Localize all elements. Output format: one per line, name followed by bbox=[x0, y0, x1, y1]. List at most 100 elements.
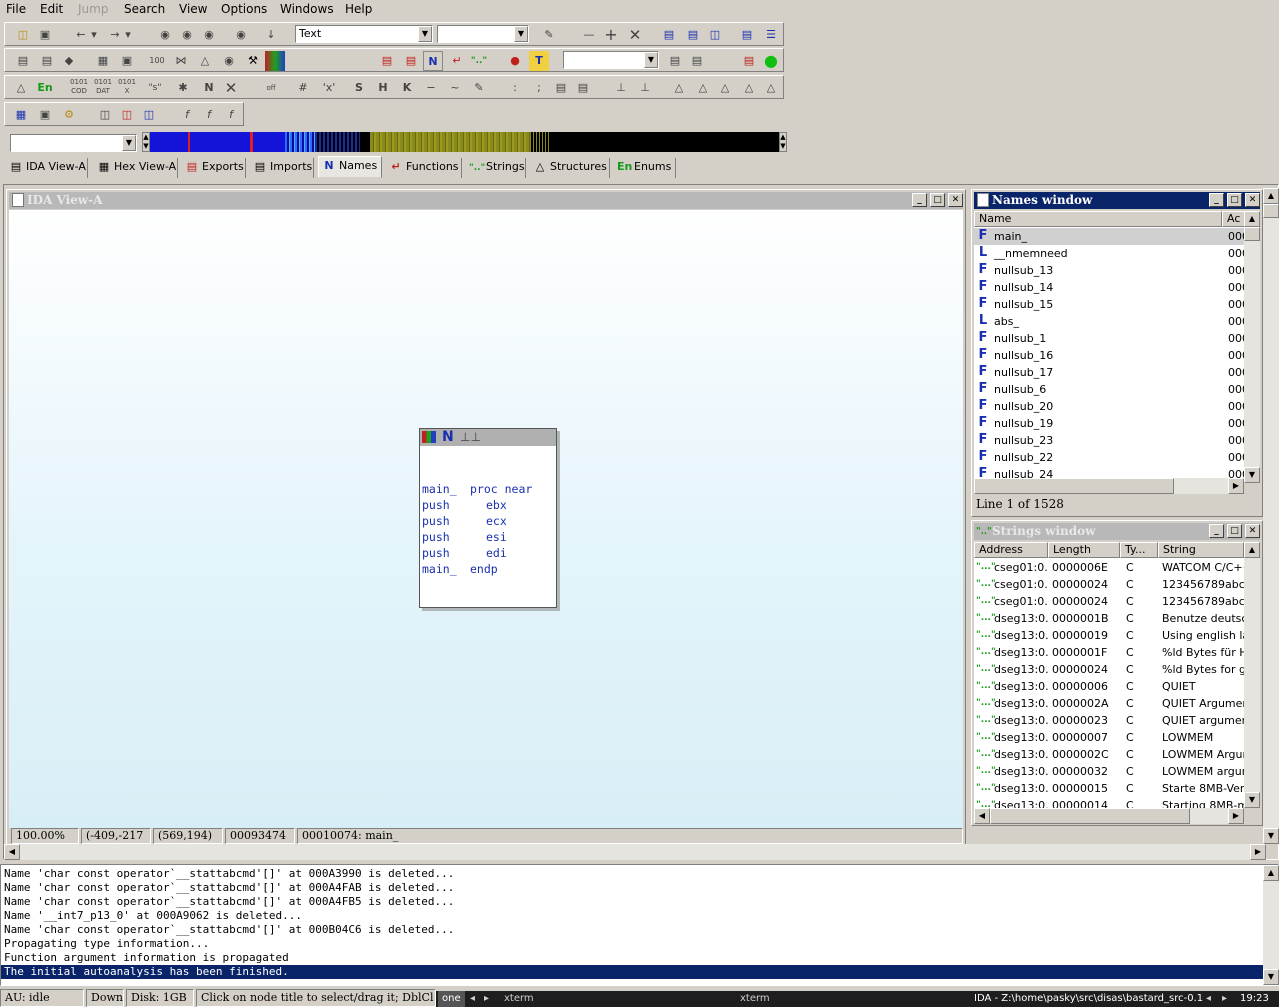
struct-icon[interactable]: ▣ bbox=[117, 51, 137, 71]
func-icon[interactable]: ↵ bbox=[447, 51, 467, 71]
tab-structures[interactable]: △ Structures bbox=[530, 158, 610, 178]
names-col-address[interactable]: Ac bbox=[1222, 211, 1244, 227]
menu-options[interactable]: Options bbox=[221, 2, 267, 16]
names-vscroll[interactable]: ▲ ▼ bbox=[1244, 211, 1260, 483]
table-row[interactable]: "..."dseg13:0... 00000023 C QUIET argument bbox=[974, 712, 1244, 729]
table-row[interactable]: "..."dseg13:0... 00000015 C Starte 8MB-Vers… bbox=[974, 780, 1244, 797]
menu-view[interactable]: View bbox=[179, 2, 207, 16]
function-end-icon[interactable]: f bbox=[221, 105, 241, 125]
table-row[interactable]: Fnullsub_23 000 bbox=[974, 432, 1244, 449]
mdi-vscroll[interactable]: ▲ ▼ bbox=[1263, 188, 1279, 844]
hex-h-icon[interactable]: H bbox=[373, 78, 393, 98]
strings-col-length[interactable]: Length bbox=[1048, 542, 1120, 558]
names-vscroll-thumb[interactable] bbox=[1244, 227, 1260, 241]
stack-k-icon[interactable]: K bbox=[397, 78, 417, 98]
undefine-icon[interactable]: 0101 X bbox=[117, 78, 137, 98]
menu-edit[interactable]: Edit bbox=[40, 2, 63, 16]
forward-dropdown-icon[interactable]: ▾ bbox=[123, 25, 133, 45]
pager-right-icon[interactable]: ▸ bbox=[484, 991, 489, 1007]
table-row[interactable]: "..."cseg01:0... 00000024 C 123456789abcde bbox=[974, 593, 1244, 610]
db-icon[interactable]: ◉ bbox=[219, 51, 239, 71]
scroll-up-icon[interactable]: ▲ bbox=[1244, 542, 1260, 558]
table-row[interactable]: Fnullsub_13 000 bbox=[974, 262, 1244, 279]
ida-view-titlebar[interactable]: IDA View-A _ □ ✕ bbox=[9, 192, 963, 209]
binoculars-text-icon[interactable]: ◉ bbox=[199, 25, 219, 45]
window-red-icon[interactable]: ◫ bbox=[117, 105, 137, 125]
pencil-icon[interactable]: ✎ bbox=[469, 78, 489, 98]
menu-help[interactable]: Help bbox=[345, 2, 372, 16]
strings-icon[interactable]: ".." bbox=[469, 51, 489, 71]
calculator-icon[interactable]: ▦ bbox=[11, 105, 31, 125]
task-ida[interactable]: IDA - Z:\home\pasky\src\disas\bastard_sr… bbox=[974, 991, 1203, 1007]
debug-step-icon[interactable]: ▤ bbox=[687, 51, 707, 71]
table-row[interactable]: "..."dseg13:0... 00000007 C LOWMEM bbox=[974, 729, 1244, 746]
table-row[interactable]: "..."dseg13:0... 00000024 C %ld Bytes for g… bbox=[974, 661, 1244, 678]
report-icon[interactable]: ▤ bbox=[739, 51, 759, 71]
table-row[interactable]: "..."cseg01:0... 0000006E C WATCOM C/C++ bbox=[974, 559, 1244, 576]
strings-col-type[interactable]: Ty... bbox=[1120, 542, 1158, 558]
close-button[interactable]: ✕ bbox=[1245, 524, 1260, 538]
xref-graph-to-icon[interactable]: △ bbox=[715, 78, 735, 98]
colon-icon[interactable]: : bbox=[505, 78, 525, 98]
tab-names[interactable]: N Names bbox=[318, 156, 382, 178]
binoculars-next-icon[interactable]: ◉ bbox=[177, 25, 197, 45]
delete-x-icon[interactable]: ✕ bbox=[221, 78, 241, 98]
close-button[interactable]: ✕ bbox=[1245, 193, 1260, 207]
semicolon-icon[interactable]: ; bbox=[529, 78, 549, 98]
tile-vertical-icon[interactable]: ◫ bbox=[705, 25, 725, 45]
names-icon[interactable]: N bbox=[442, 429, 454, 446]
back-arrow-icon[interactable]: ← bbox=[71, 25, 91, 45]
close-x-icon[interactable]: ✕ bbox=[625, 25, 645, 45]
save-icon[interactable]: ▣ bbox=[35, 25, 55, 45]
asterisk-icon[interactable]: ✱ bbox=[173, 78, 193, 98]
tile-horizontal-icon[interactable]: ▤ bbox=[683, 25, 703, 45]
table-row[interactable]: "..."dseg13:0... 00000019 C Using english l… bbox=[974, 627, 1244, 644]
mdi-vscroll-thumb[interactable] bbox=[1263, 204, 1279, 218]
strings-vscroll[interactable]: ▲ ▼ bbox=[1244, 542, 1260, 808]
xref-list-icon[interactable]: ▤ bbox=[401, 51, 421, 71]
table-row[interactable]: Fnullsub_14 000 bbox=[974, 279, 1244, 296]
disk-icon[interactable]: ▣ bbox=[35, 105, 55, 125]
scroll-down-icon[interactable]: ▼ bbox=[1244, 792, 1260, 808]
back-dropdown-icon[interactable]: ▾ bbox=[89, 25, 99, 45]
forward-arrow-icon[interactable]: → bbox=[105, 25, 125, 45]
close-button[interactable]: ✕ bbox=[948, 193, 963, 207]
names-hscroll-thumb[interactable] bbox=[974, 478, 1174, 494]
table-row[interactable]: Fnullsub_20 000 bbox=[974, 398, 1244, 415]
extra-combo[interactable]: ▼ bbox=[437, 25, 529, 43]
chevron-down-icon[interactable]: ▼ bbox=[514, 26, 528, 42]
table-row[interactable]: Labs_ 000 bbox=[974, 313, 1244, 330]
scroll-up-icon[interactable]: ▲ bbox=[1263, 188, 1279, 204]
minimize-button[interactable]: _ bbox=[1209, 524, 1224, 538]
binoculars-icon[interactable]: ◉ bbox=[155, 25, 175, 45]
output-window[interactable]: Name 'char const operator`__stattabcmd'[… bbox=[0, 864, 1279, 986]
names-col-name[interactable]: Name bbox=[974, 211, 1222, 227]
menu-windows[interactable]: Windows bbox=[280, 2, 334, 16]
nav-band-left-button[interactable]: ▲ ▼ bbox=[142, 132, 150, 152]
names-hscroll[interactable]: ▶ bbox=[974, 478, 1244, 494]
table-row[interactable]: "..."dseg13:0... 0000001B C Benutze deutsch bbox=[974, 610, 1244, 627]
plus-icon[interactable]: + bbox=[601, 25, 621, 45]
data-icon[interactable]: 0101 DAT bbox=[93, 78, 113, 98]
function-f-icon[interactable]: f bbox=[177, 105, 197, 125]
menu-file[interactable]: File bbox=[6, 2, 26, 16]
table-row[interactable]: "..."cseg01:0... 00000024 C 123456789abcde bbox=[974, 576, 1244, 593]
enums-icon[interactable]: En bbox=[35, 78, 55, 98]
text-doc-icon[interactable]: ▤ bbox=[13, 51, 33, 71]
nav-band-combo[interactable]: ▼ bbox=[10, 134, 137, 152]
table-row[interactable]: L __nmemneed 000 bbox=[974, 245, 1244, 262]
window-stack-icon[interactable]: ◫ bbox=[95, 105, 115, 125]
graph-node[interactable]: N ⊥⊥ main_ proc near push ebx push ecx push… bbox=[419, 428, 557, 608]
strings-col-string[interactable]: String bbox=[1158, 542, 1244, 558]
table-row[interactable]: Fmain_ 000 bbox=[974, 228, 1244, 245]
table-row[interactable]: Fnullsub_1 000 bbox=[974, 330, 1244, 347]
tools-icon[interactable]: ● bbox=[505, 51, 525, 71]
mdi-hscroll[interactable]: ◀ ▶ bbox=[4, 844, 1266, 860]
table-row[interactable]: Fnullsub_17 000 bbox=[974, 364, 1244, 381]
table-row[interactable]: Fnullsub_16 000 bbox=[974, 347, 1244, 364]
table-row[interactable]: "..."dseg13:0... 00000032 C LOWMEM argum bbox=[974, 763, 1244, 780]
scroll-down-icon[interactable]: ▼ bbox=[1244, 467, 1260, 483]
scroll-up-icon[interactable]: ▲ bbox=[1244, 211, 1260, 227]
graph-user-icon[interactable]: ⊥ bbox=[635, 78, 655, 98]
tab-enums[interactable]: En Enums bbox=[614, 158, 676, 178]
